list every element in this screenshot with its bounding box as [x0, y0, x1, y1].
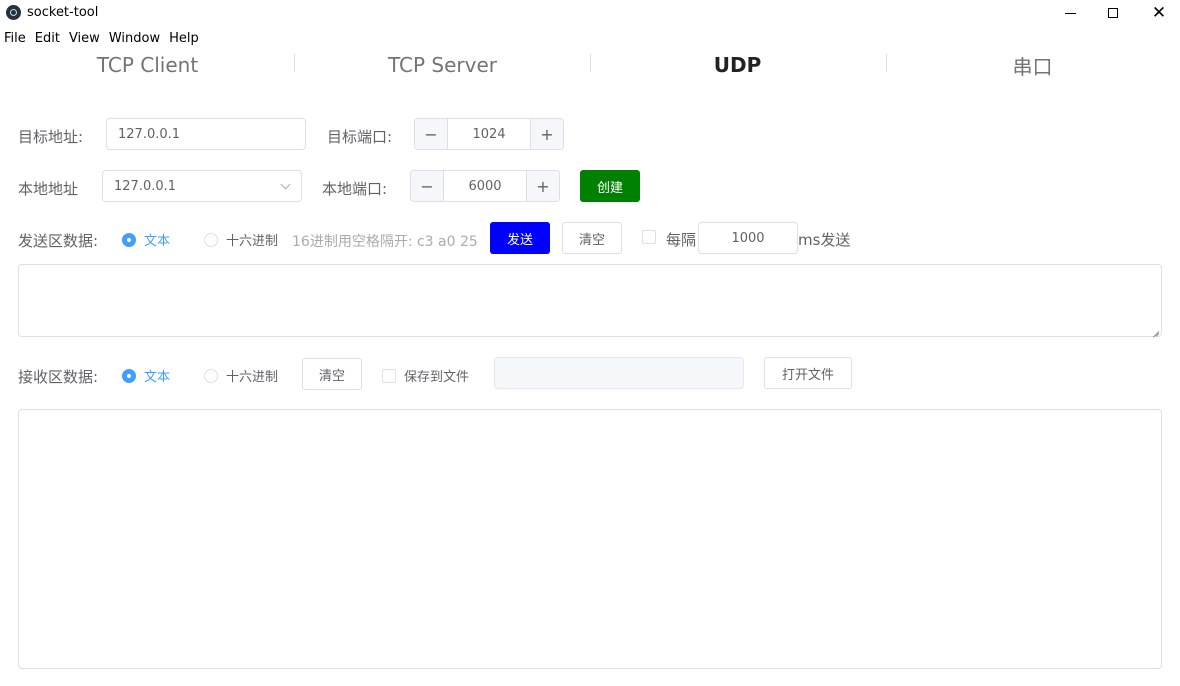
maximize-icon — [1108, 8, 1118, 18]
target-port-stepper[interactable]: − 1024 + — [414, 118, 564, 150]
checkbox-unchecked-icon — [382, 368, 396, 383]
minimize-icon — [1064, 12, 1076, 14]
target-port-value[interactable]: 1024 — [448, 119, 530, 149]
receive-mode-hex-label: 十六进制 — [226, 370, 279, 385]
interval-send-checkbox[interactable] — [642, 230, 664, 244]
local-port-increment-button[interactable]: + — [526, 171, 559, 201]
create-button[interactable]: 创建 — [580, 170, 640, 202]
close-button[interactable]: ✕ — [1136, 0, 1180, 26]
local-address-label: 本地地址 — [18, 180, 79, 198]
app-icon — [6, 5, 21, 20]
send-area-label: 发送区数据: — [18, 232, 99, 250]
local-port-value[interactable]: 6000 — [444, 171, 526, 201]
target-port-decrement-button[interactable]: − — [415, 119, 448, 149]
menu-window[interactable]: Window — [104, 29, 165, 47]
receive-mode-text-label: 文本 — [144, 370, 171, 385]
receive-mode-hex-radio[interactable]: 十六进制 — [204, 366, 278, 385]
send-mode-hex-label: 十六进制 — [226, 234, 279, 249]
menu-help[interactable]: Help — [164, 29, 204, 47]
target-address-input[interactable]: 127.0.0.1 — [106, 118, 306, 150]
send-mode-hex-radio[interactable]: 十六进制 — [204, 230, 278, 249]
tab-divider — [294, 54, 295, 72]
file-path-input[interactable] — [494, 357, 744, 389]
local-port-decrement-button[interactable]: − — [411, 171, 444, 201]
tab-divider — [886, 54, 887, 72]
interval-unit-label: ms发送 — [798, 231, 851, 249]
tab-bar: TCP Client TCP Server UDP 串口 — [0, 48, 1180, 82]
chevron-down-icon — [280, 179, 291, 190]
checkbox-unchecked-icon — [642, 230, 656, 244]
local-address-select[interactable]: 127.0.0.1 — [102, 170, 302, 202]
receive-area-label: 接收区数据: — [18, 368, 99, 386]
menu-bar: File Edit View Window Help — [0, 29, 203, 47]
target-port-increment-button[interactable]: + — [530, 119, 563, 149]
title-bar[interactable]: socket-tool ✕ — [0, 0, 1180, 26]
send-button[interactable]: 发送 — [490, 222, 550, 254]
minimize-button[interactable] — [1047, 0, 1093, 26]
local-port-stepper[interactable]: − 6000 + — [410, 170, 560, 202]
save-to-file-checkbox[interactable]: 保存到文件 — [382, 366, 469, 385]
hex-format-hint: 16进制用空格隔开: c3 a0 25 — [292, 234, 478, 250]
receive-mode-text-radio[interactable]: 文本 — [122, 366, 170, 385]
menu-file[interactable]: File — [0, 29, 31, 47]
close-icon: ✕ — [1151, 2, 1167, 23]
tab-udp[interactable]: UDP — [590, 48, 885, 82]
resize-handle-icon[interactable] — [1152, 327, 1160, 335]
menu-edit[interactable]: Edit — [30, 29, 65, 47]
window-title: socket-tool — [27, 5, 99, 20]
local-address-value: 127.0.0.1 — [114, 178, 177, 194]
maximize-button[interactable] — [1090, 0, 1136, 26]
local-port-label: 本地端口: — [322, 180, 388, 198]
send-clear-button[interactable]: 清空 — [562, 222, 622, 254]
menu-view[interactable]: View — [64, 29, 105, 47]
send-mode-text-radio[interactable]: 文本 — [122, 230, 170, 249]
save-to-file-label: 保存到文件 — [404, 370, 470, 385]
radio-unchecked-icon — [204, 232, 218, 247]
tab-tcp-server[interactable]: TCP Server — [295, 48, 590, 82]
send-mode-text-label: 文本 — [144, 234, 171, 249]
interval-input[interactable]: 1000 — [698, 222, 798, 254]
receive-clear-button[interactable]: 清空 — [302, 358, 362, 390]
radio-unchecked-icon — [204, 368, 218, 383]
tab-divider — [590, 54, 591, 72]
radio-checked-icon — [122, 232, 136, 247]
radio-checked-icon — [122, 368, 136, 383]
target-port-label: 目标端口: — [327, 128, 393, 146]
receive-textarea[interactable] — [18, 409, 1162, 669]
open-file-button[interactable]: 打开文件 — [764, 357, 852, 389]
tab-serial[interactable]: 串口 — [885, 48, 1180, 82]
interval-label: 每隔 — [666, 231, 697, 249]
send-textarea[interactable] — [18, 264, 1162, 337]
target-address-label: 目标地址: — [18, 128, 84, 146]
tab-tcp-client[interactable]: TCP Client — [0, 48, 295, 82]
